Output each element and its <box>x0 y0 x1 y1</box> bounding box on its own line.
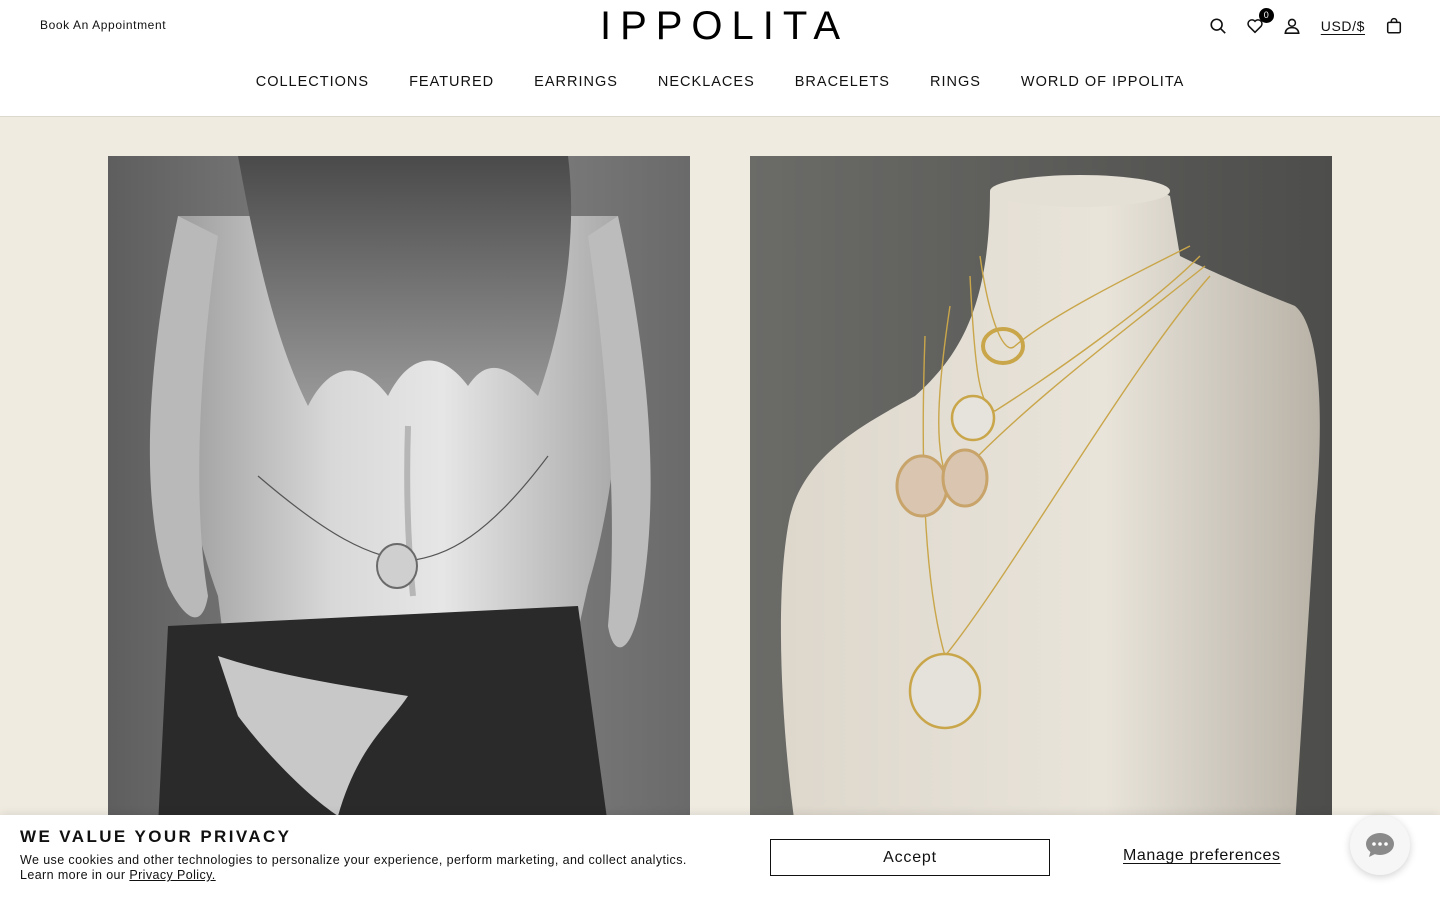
cookie-banner-description: We use cookies and other technologies to… <box>20 853 740 883</box>
nav-item-bracelets[interactable]: BRACELETS <box>795 74 890 90</box>
nav-item-featured[interactable]: FEATURED <box>409 74 494 90</box>
cookie-banner-title: WE VALUE YOUR PRIVACY <box>20 827 292 846</box>
currency-selector[interactable]: USD/$ <box>1319 18 1367 34</box>
bag-icon <box>1386 17 1402 34</box>
cookie-text-line2: Learn more in our <box>20 868 130 882</box>
chat-bubble-icon <box>1366 833 1394 857</box>
header-utilities: 0 USD/$ <box>1208 8 1404 38</box>
nav-item-necklaces[interactable]: NECKLACES <box>658 74 755 90</box>
user-icon <box>1284 18 1300 34</box>
wishlist-count-badge: 0 <box>1258 8 1274 23</box>
chat-widget-button[interactable] <box>1350 815 1410 875</box>
cart-button[interactable] <box>1384 16 1404 36</box>
nav-item-earrings[interactable]: EARRINGS <box>534 74 618 90</box>
accept-cookies-button[interactable]: Accept <box>770 839 1050 876</box>
model-back-pendant-image[interactable] <box>108 156 690 826</box>
account-button[interactable] <box>1282 16 1302 36</box>
necklaces-on-bust-image[interactable] <box>750 156 1332 826</box>
nav-item-collections[interactable]: COLLECTIONS <box>256 74 369 90</box>
site-header: Book An Appointment IPPOLITA 0 USD/$ COL… <box>0 0 1440 117</box>
main-navigation: COLLECTIONS FEATURED EARRINGS NECKLACES … <box>0 74 1440 90</box>
privacy-policy-link[interactable]: Privacy Policy. <box>129 868 215 882</box>
search-icon <box>1210 18 1226 34</box>
wishlist-button[interactable]: 0 <box>1245 8 1274 36</box>
bust-photo-illustration <box>750 156 1332 826</box>
nav-item-world-of-ippolita[interactable]: WORLD OF IPPOLITA <box>1021 74 1184 90</box>
model-photo-illustration <box>108 156 690 826</box>
search-button[interactable] <box>1208 16 1228 36</box>
cookie-consent-banner: WE VALUE YOUR PRIVACY We use cookies and… <box>0 815 1440 900</box>
nav-item-rings[interactable]: RINGS <box>930 74 981 90</box>
manage-preferences-link[interactable]: Manage preferences <box>1123 847 1281 865</box>
cookie-text-line1: We use cookies and other technologies to… <box>20 853 687 867</box>
